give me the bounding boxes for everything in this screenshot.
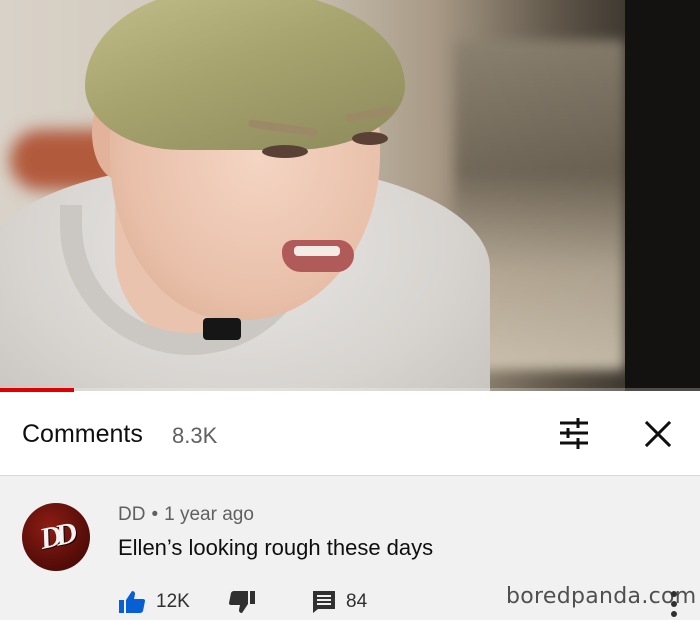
thumbs-up-icon <box>119 591 145 613</box>
background-dark-panel <box>625 0 700 391</box>
dislike-button[interactable] <box>228 590 256 614</box>
comments-count: 8.3K <box>172 423 218 448</box>
comment-time[interactable]: 1 year ago <box>164 504 254 525</box>
reply-button[interactable]: 84 <box>312 590 367 614</box>
sort-filter-icon <box>560 418 588 449</box>
avatar[interactable]: DD <box>22 503 90 571</box>
right-eye <box>352 132 388 145</box>
close-icon <box>644 420 672 448</box>
comment-meta: DD • 1 year ago <box>118 504 254 526</box>
like-count: 12K <box>156 591 190 612</box>
more-vertical-icon <box>671 591 677 617</box>
reply-count: 84 <box>346 591 368 612</box>
reply-icon <box>313 591 335 613</box>
person-teeth <box>294 246 340 256</box>
more-actions-button[interactable] <box>666 590 682 618</box>
comments-title: Comments <box>22 420 143 448</box>
close-button[interactable] <box>638 416 678 452</box>
lavalier-mic <box>203 318 241 340</box>
left-eye <box>262 145 308 158</box>
comment-thread: DD DD • 1 year ago Ellen’s looking rough t… <box>0 476 700 620</box>
comment-author[interactable]: DD <box>118 504 145 525</box>
video-player[interactable] <box>0 0 700 391</box>
thumbs-down-icon <box>229 591 255 613</box>
comment-text: Ellen’s looking rough these days <box>118 535 434 560</box>
person-hair <box>85 0 405 150</box>
comments-header: Comments 8.3K <box>0 392 700 476</box>
like-button[interactable]: 12K <box>118 590 190 614</box>
avatar-initials: DD <box>37 517 75 556</box>
sort-button[interactable] <box>554 416 594 452</box>
person-mouth <box>282 240 354 272</box>
meta-separator: • <box>151 504 159 525</box>
